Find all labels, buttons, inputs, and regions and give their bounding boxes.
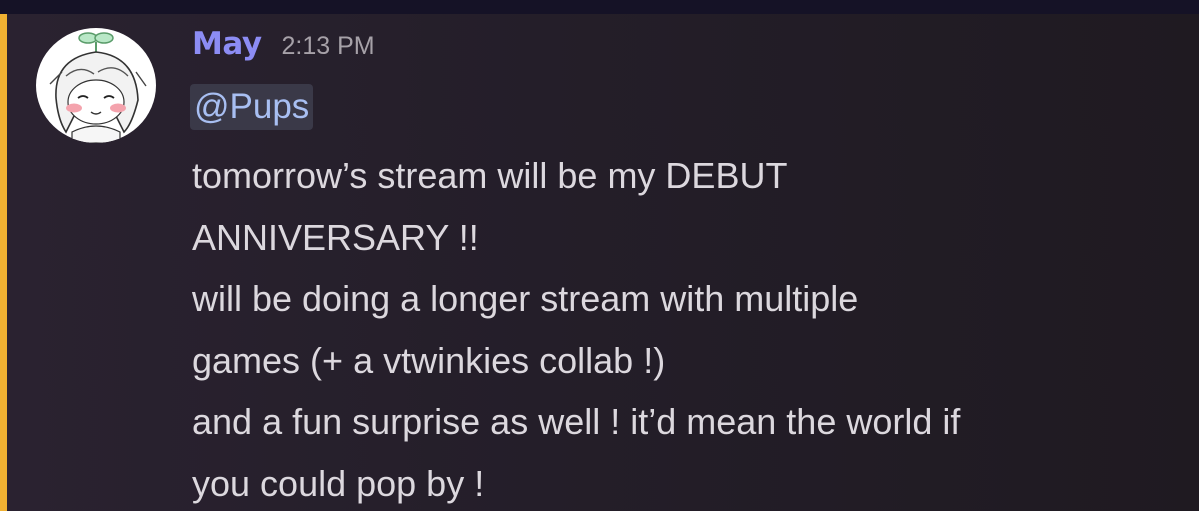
top-bar [0,0,1199,14]
message-line: and a fun surprise as well ! it’d mean t… [192,401,961,442]
message-content: tomorrow’s stream will be my DEBUT ANNIV… [192,145,1182,511]
message-line: tomorrow’s stream will be my DEBUT [192,155,788,196]
message-line: ANNIVERSARY !! [192,216,479,258]
mention-highlight-bar [0,14,7,511]
avatar[interactable] [36,28,156,143]
message-header: May 2:13 PM [192,26,375,70]
message-line: games (+ a vtwinkies collab !) [192,339,666,381]
message-line: will be doing a longer stream with multi… [192,278,859,319]
timestamp: 2:13 PM [281,32,375,60]
user-mention[interactable]: @Pups [190,84,314,130]
anime-girl-avatar-icon [49,32,147,143]
username[interactable]: May [192,26,262,62]
message-line: you could pop by ! [192,462,485,504]
